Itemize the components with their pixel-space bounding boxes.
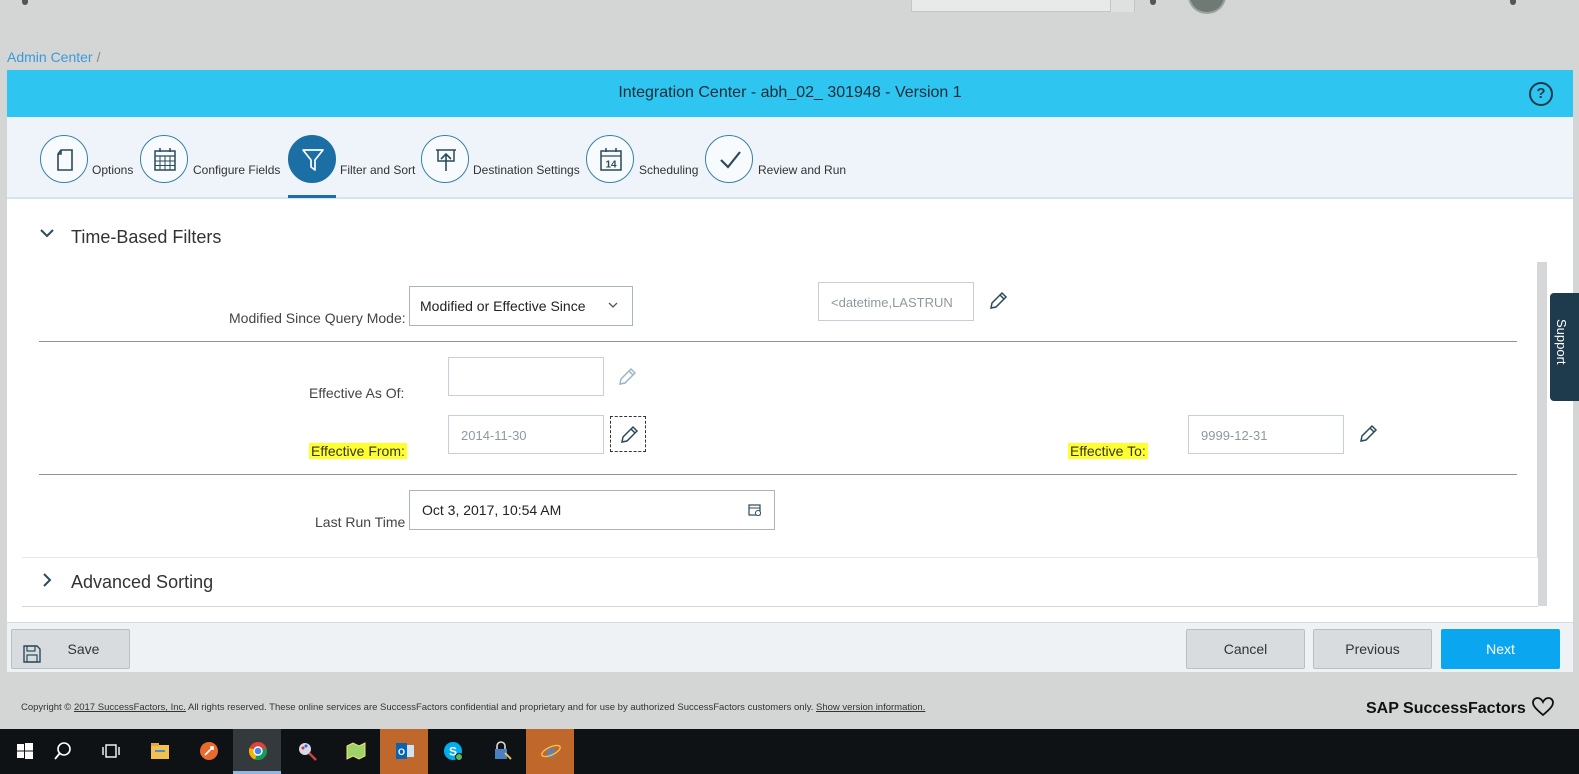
calendar-grid-icon <box>140 135 188 183</box>
save-button[interactable]: Save <box>11 629 130 669</box>
pencil-icon[interactable] <box>610 416 646 452</box>
advanced-sorting-title[interactable]: Advanced Sorting <box>71 572 213 593</box>
page-title: Integration Center - abh_02_ 301948 - Ve… <box>618 84 962 101</box>
taskbar: O S e <box>0 729 1579 774</box>
header-bar: Integration Center - abh_02_ 301948 - Ve… <box>7 70 1573 117</box>
advanced-sorting-section <box>22 557 1538 607</box>
shell-search-button[interactable] <box>1110 0 1134 12</box>
last-run-time-label: Last Run Time <box>315 514 406 530</box>
effective-to-input[interactable]: 9999-12-31 <box>1188 415 1344 454</box>
time-based-filters-title[interactable]: Time-Based Filters <box>71 227 221 248</box>
modified-since-value: Modified or Effective Since <box>420 298 586 314</box>
step-label: Configure Fields <box>193 163 281 177</box>
copyright-text: Copyright © 2017 SuccessFactors, Inc. Al… <box>21 702 925 713</box>
support-tab[interactable]: Support <box>1550 293 1579 401</box>
notification-icon[interactable] <box>1150 0 1156 5</box>
copyright-body: All rights reserved. These online servic… <box>188 702 814 713</box>
effective-from-input[interactable]: 2014-11-30 <box>448 415 604 454</box>
paint-app-icon[interactable] <box>282 729 330 774</box>
calendar-day-label: 14 <box>605 160 617 171</box>
calendar-icon[interactable] <box>748 503 762 520</box>
chevron-down-icon[interactable] <box>39 226 55 242</box>
step-label: Scheduling <box>639 163 699 177</box>
chevron-down-icon <box>608 298 618 313</box>
step-configure-fields[interactable]: Configure Fields <box>140 135 290 183</box>
footer-bar: Save Cancel Previous Next <box>7 622 1573 672</box>
pencil-icon[interactable] <box>614 364 640 390</box>
modified-since-select[interactable]: Modified or Effective Since <box>409 286 633 326</box>
step-destination-settings[interactable]: Destination Settings <box>421 135 591 183</box>
effective-as-of-label: Effective As Of: <box>309 385 405 401</box>
maps-app-icon[interactable] <box>331 729 379 774</box>
effective-as-of-input[interactable] <box>448 357 604 396</box>
search-icon[interactable] <box>38 729 86 774</box>
shell-search-input[interactable] <box>911 0 1135 12</box>
keepass-icon[interactable] <box>477 729 525 774</box>
previous-button[interactable]: Previous <box>1313 629 1432 669</box>
step-review-and-run[interactable]: Review and Run <box>705 135 855 183</box>
integration-center-panel: Integration Center - abh_02_ 301948 - Ve… <box>7 70 1573 672</box>
show-version-link[interactable]: Show version information. <box>816 702 925 713</box>
divider <box>39 474 1517 475</box>
breadcrumb-admin-center[interactable]: Admin Center <box>7 49 93 65</box>
lastrun-field[interactable]: <datetime,LASTRUN <box>818 282 974 321</box>
svg-text:O: O <box>398 747 405 757</box>
document-icon <box>40 135 88 183</box>
last-run-time-input[interactable]: Oct 3, 2017, 10:54 AM <box>409 490 775 530</box>
next-button[interactable]: Next <box>1441 629 1560 669</box>
calendar-14-icon: 14 <box>586 135 634 183</box>
pencil-icon[interactable] <box>985 288 1011 314</box>
pencil-icon[interactable] <box>1355 421 1381 447</box>
file-explorer-icon[interactable] <box>135 729 183 774</box>
rocket-app-icon[interactable] <box>184 729 232 774</box>
step-scheduling[interactable]: 14 Scheduling <box>586 135 706 183</box>
breadcrumb: Admin Center / <box>7 49 100 65</box>
divider <box>39 341 1517 342</box>
last-run-time-value: Oct 3, 2017, 10:54 AM <box>422 502 562 518</box>
save-button-label: Save <box>67 641 100 657</box>
checkmark-icon <box>705 135 753 183</box>
svg-text:e: e <box>547 741 556 762</box>
filter-icon <box>288 135 336 183</box>
brand-name: SAP SuccessFactors <box>1366 700 1526 717</box>
heart-icon <box>1532 697 1555 717</box>
task-view-icon[interactable] <box>86 729 134 774</box>
step-options[interactable]: Options <box>40 135 140 183</box>
step-label: Filter and Sort <box>340 163 416 177</box>
breadcrumb-separator: / <box>96 49 101 65</box>
effective-to-label-text: Effective To: <box>1068 443 1148 459</box>
upload-screen-icon <box>421 135 469 183</box>
avatar[interactable] <box>1188 0 1226 14</box>
brand-logo: SAP SuccessFactors <box>1366 697 1555 718</box>
chevron-down-icon[interactable] <box>1510 0 1516 5</box>
step-label: Options <box>92 163 134 177</box>
help-icon[interactable]: ? <box>1529 82 1553 106</box>
internet-explorer-icon[interactable]: e <box>526 729 574 774</box>
modified-since-label: Modified Since Query Mode: <box>229 310 406 326</box>
step-label: Destination Settings <box>473 163 580 177</box>
active-step-indicator <box>288 195 336 198</box>
chevron-right-icon[interactable] <box>41 572 53 591</box>
support-tab-label: Support <box>1554 319 1569 365</box>
skype-icon[interactable]: S <box>428 729 476 774</box>
copyright-link[interactable]: 2017 SuccessFactors, Inc. <box>74 702 186 713</box>
chrome-icon[interactable] <box>233 729 281 774</box>
step-label: Review and Run <box>758 163 847 177</box>
outlook-icon[interactable]: O <box>380 729 428 774</box>
wizard-steps: Options Configure Fields Filter and Sort… <box>7 117 1573 199</box>
save-icon <box>22 640 42 678</box>
effective-from-label: Effective From: <box>309 443 407 459</box>
effective-to-label: Effective To: <box>1068 443 1148 459</box>
menu-icon[interactable] <box>22 0 28 5</box>
scrollbar[interactable] <box>1537 262 1547 606</box>
effective-from-label-text: Effective From: <box>309 443 407 459</box>
step-filter-and-sort[interactable]: Filter and Sort <box>288 135 423 183</box>
copyright-prefix: Copyright © <box>21 702 72 713</box>
cancel-button[interactable]: Cancel <box>1186 629 1305 669</box>
shell-bar <box>0 0 1579 48</box>
